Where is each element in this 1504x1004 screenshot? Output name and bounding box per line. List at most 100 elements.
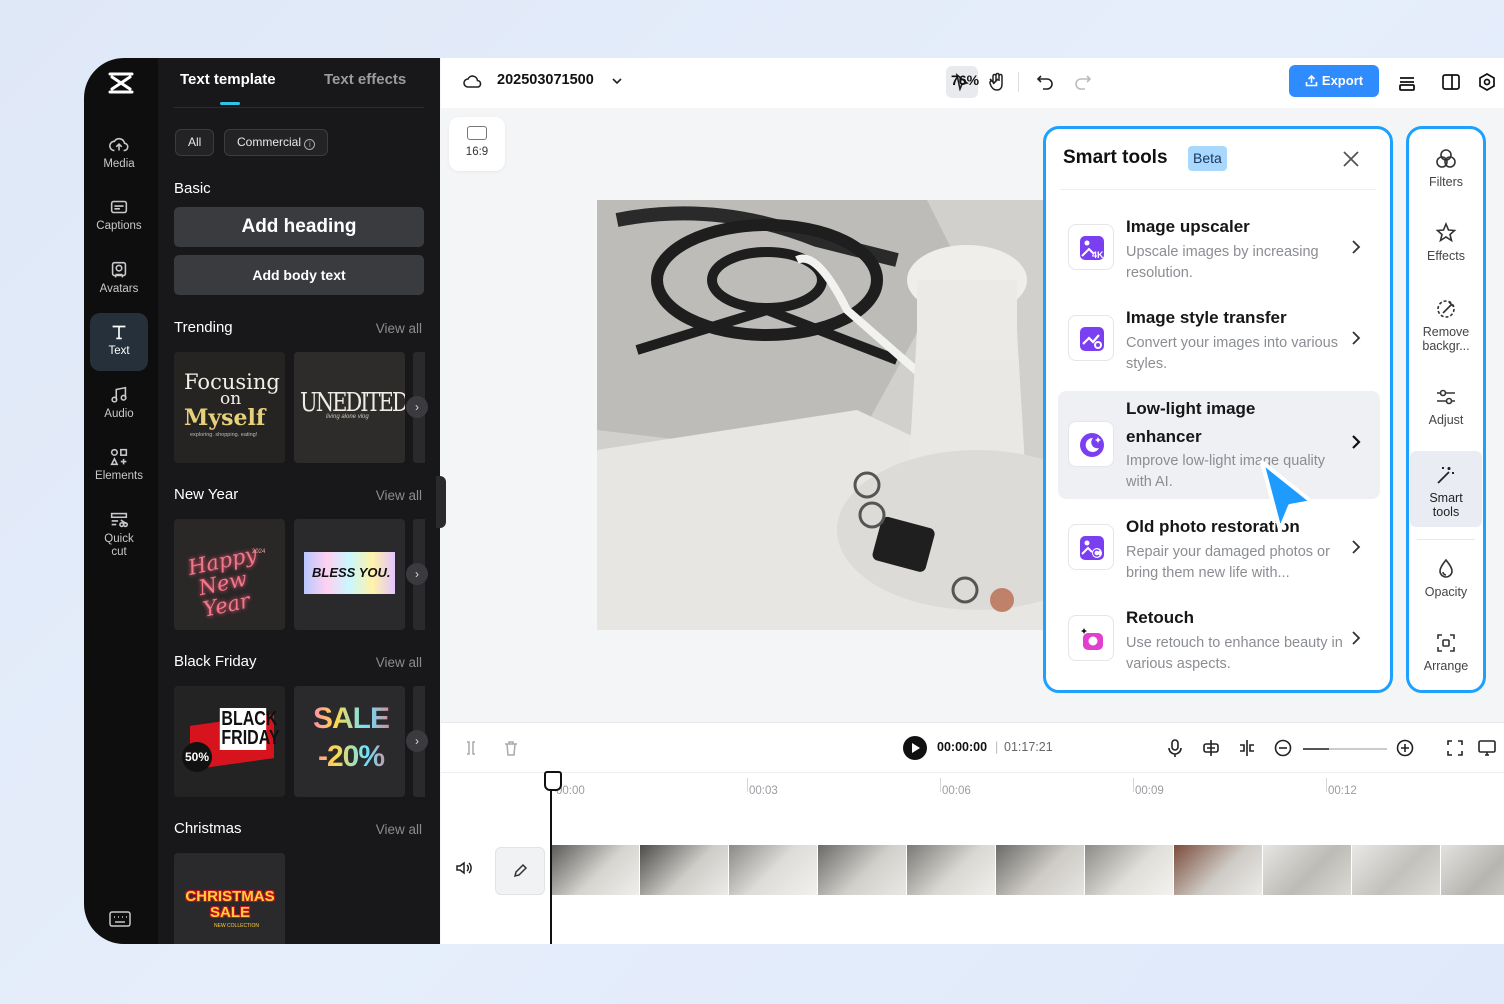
capcut-logo-icon[interactable]	[106, 68, 136, 98]
video-frame	[1352, 845, 1441, 895]
filter-chip-commercial[interactable]: Commercial i	[224, 129, 329, 156]
settings-hexagon-icon[interactable]	[1477, 72, 1497, 92]
rail-item-elements[interactable]: Elements	[90, 438, 148, 496]
video-track[interactable]	[551, 845, 1504, 895]
monitor-icon[interactable]	[1477, 738, 1497, 758]
add-heading-button[interactable]: Add heading	[174, 207, 424, 247]
fit-timeline-icon[interactable]	[1445, 738, 1465, 758]
play-button[interactable]	[903, 736, 927, 760]
zoom-in-icon[interactable]	[1395, 738, 1415, 758]
style-transfer-icon	[1080, 327, 1104, 351]
chevron-right-icon	[1352, 540, 1361, 554]
tool-icon-frame	[1068, 524, 1114, 570]
smart-tools-button[interactable]: Smart tools	[1410, 451, 1482, 527]
rail-item-captions[interactable]: Captions	[90, 188, 148, 246]
tab-text-template[interactable]: Text template	[180, 71, 276, 88]
tool-old-photo-restoration[interactable]: Old photo restoration Repair your damage…	[1058, 509, 1380, 599]
undo-icon[interactable]	[1035, 71, 1055, 91]
text-icon	[112, 325, 126, 340]
add-body-text-button[interactable]: Add body text	[174, 255, 424, 295]
opacity-drop-icon	[1439, 558, 1453, 578]
filters-icon	[1436, 149, 1456, 168]
moon-sparkle-icon	[1080, 433, 1104, 457]
arrange-button[interactable]: Arrange	[1409, 631, 1483, 673]
svg-text:4K: 4K	[1092, 250, 1104, 260]
rail-item-audio[interactable]: Audio	[90, 376, 148, 434]
project-name[interactable]: 202503071500	[497, 72, 594, 88]
view-all-black-friday[interactable]: View all	[376, 655, 422, 670]
template-thumb-black-friday[interactable]: BLACK FRIDAY 50%	[174, 686, 285, 797]
trash-icon[interactable]	[501, 738, 521, 758]
chevron-down-icon[interactable]	[989, 77, 999, 85]
video-frame	[551, 845, 640, 895]
adjust-button[interactable]: Adjust	[1409, 385, 1483, 427]
smart-tools-title: Smart tools	[1063, 147, 1168, 168]
tool-image-upscaler[interactable]: 4K Image upscaler Upscale images by incr…	[1058, 209, 1380, 299]
timeline-zoom-slider[interactable]	[1303, 748, 1387, 750]
snap-magnet-icon[interactable]	[1201, 738, 1221, 758]
template-thumb-unediteddays[interactable]: UNEDITEDDAY living alone vlog	[294, 352, 405, 463]
ruler-label: 00:12	[1328, 785, 1357, 797]
cloud-sync-icon[interactable]	[463, 72, 483, 90]
video-preview[interactable]	[597, 200, 1047, 630]
keyboard-shortcuts-icon[interactable]	[109, 910, 131, 928]
filter-chip-all[interactable]: All	[175, 129, 215, 156]
template-thumb-bless-you[interactable]: BLESS YOU.	[294, 519, 405, 630]
scroll-right-button[interactable]: ›	[406, 730, 428, 752]
tool-image-style-transfer[interactable]: Image style transfer Convert your images…	[1058, 300, 1380, 390]
section-title-basic: Basic	[174, 180, 211, 197]
template-thumb-focusing-myself[interactable]: Focusing on Myself exploring. shopping. …	[174, 352, 285, 463]
tool-retouch[interactable]: Retouch Use retouch to enhance beauty in…	[1058, 600, 1380, 690]
edit-cover-button[interactable]	[495, 847, 545, 895]
export-button[interactable]: Export	[1289, 65, 1379, 97]
split-panel-icon[interactable]	[1441, 72, 1461, 92]
zoom-level[interactable]: 76%	[951, 72, 979, 88]
track-volume-icon[interactable]	[455, 859, 473, 877]
beta-badge: Beta	[1188, 146, 1227, 171]
timeline-toolbar: 00:00:00 | 01:17:21	[441, 723, 1504, 773]
rail-item-quick-cut[interactable]: Quick cut	[90, 501, 148, 573]
upload-icon	[1305, 74, 1318, 87]
media-cloud-icon	[109, 137, 129, 152]
remove-background-button[interactable]: Remove backgr...	[1409, 297, 1483, 353]
video-frame	[996, 845, 1085, 895]
section-title-black-friday: Black Friday	[174, 653, 257, 670]
view-all-new-year[interactable]: View all	[376, 488, 422, 503]
app-window: Media Captions Avatars Text Audio Elemen…	[84, 58, 1504, 944]
redo-icon[interactable]	[1073, 71, 1093, 91]
split-clip-icon[interactable]	[461, 738, 481, 758]
section-title-new-year: New Year	[174, 486, 239, 503]
close-icon[interactable]	[1342, 150, 1360, 168]
opacity-button[interactable]: Opacity	[1409, 557, 1483, 599]
scroll-right-button[interactable]: ›	[406, 563, 428, 585]
view-all-christmas[interactable]: View all	[376, 822, 422, 837]
chevron-down-icon[interactable]	[611, 76, 623, 86]
avatar-icon	[111, 261, 127, 278]
text-template-panel: Text template Text effects All Commercia…	[158, 58, 440, 944]
rail-item-media[interactable]: Media	[90, 126, 148, 184]
chevron-right-icon	[1352, 631, 1361, 645]
tab-text-effects[interactable]: Text effects	[324, 71, 406, 88]
effects-button[interactable]: Effects	[1409, 221, 1483, 263]
template-thumb-sale-20[interactable]: SALE -20%	[294, 686, 405, 797]
rail-item-avatars[interactable]: Avatars	[90, 251, 148, 309]
microphone-icon[interactable]	[1165, 738, 1185, 758]
filters-button[interactable]: Filters	[1409, 147, 1483, 189]
rail-item-text[interactable]: Text	[90, 313, 148, 371]
aspect-ratio-button[interactable]: 16:9	[449, 117, 505, 171]
ruler-label: 00:09	[1135, 785, 1164, 797]
mouse-pointer-icon	[1260, 460, 1314, 532]
template-thumb-christmas-sale[interactable]: CHRISTMAS SALE NEW COLLECTION	[174, 853, 285, 944]
scroll-right-button[interactable]: ›	[406, 396, 428, 418]
zoom-out-icon[interactable]	[1273, 738, 1293, 758]
total-duration: 01:17:21	[1004, 740, 1053, 754]
template-thumb-happy-new-year[interactable]: Happy New Year 2024	[174, 519, 285, 630]
panel-collapse-handle[interactable]	[436, 476, 446, 528]
split-playhead-icon[interactable]	[1237, 738, 1257, 758]
view-all-trending[interactable]: View all	[376, 321, 422, 336]
ruler-label: 00:03	[749, 785, 778, 797]
top-bar: 202503071500 76% Export	[441, 58, 1504, 108]
tool-low-light-enhancer[interactable]: Low-light image enhancer Improve low-lig…	[1058, 391, 1380, 499]
playhead[interactable]	[544, 771, 562, 944]
layers-stack-icon[interactable]	[1397, 72, 1417, 92]
